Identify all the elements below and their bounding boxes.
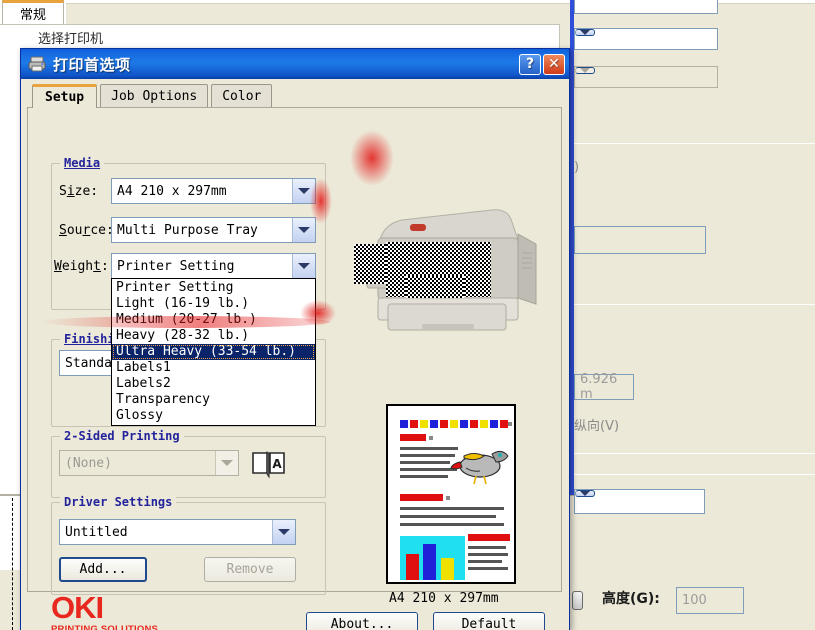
driver-settings-group-title: Driver Settings — [60, 495, 176, 509]
chevron-down-icon — [298, 188, 310, 194]
add-button[interactable]: Add... — [59, 557, 147, 582]
background-tab-general[interactable]: 常规 — [2, 0, 64, 24]
chevron-down-icon — [221, 460, 233, 466]
help-button[interactable]: ? — [519, 54, 541, 75]
background-combo-3-arrow — [575, 67, 595, 74]
background-height-field[interactable]: 100 — [676, 587, 744, 614]
background-field-box — [574, 226, 706, 254]
oki-logo-tagline: PRINTING SOLUTIONS — [51, 624, 158, 630]
weight-combo-arrow[interactable] — [292, 254, 315, 278]
printer-icon — [27, 54, 47, 74]
dialog-titlebar[interactable]: 打印首选项 ? ✕ — [21, 49, 569, 79]
chevron-down-icon — [580, 491, 590, 496]
dropdown-option[interactable]: Heavy (28-32 lb.) — [112, 328, 315, 344]
printer-photo-dither-overlay-3 — [406, 276, 464, 298]
media-group-title: Media — [60, 156, 104, 170]
background-spray-icon — [572, 591, 583, 610]
chevron-down-icon — [278, 529, 290, 535]
chevron-down-icon — [580, 30, 590, 35]
media-group-title-text: Media — [64, 156, 100, 170]
background-divider-3 — [574, 304, 815, 305]
two-sided-group-title: 2-Sided Printing — [60, 429, 184, 443]
two-sided-combo: (None) — [59, 450, 239, 476]
driver-settings-value: Untitled — [60, 520, 272, 544]
about-button[interactable]: About... — [306, 612, 418, 630]
tab-setup[interactable]: Setup — [32, 84, 97, 108]
screen: 常规 选择打印机 ) 6.926 m 纵向(V) — [0, 0, 815, 630]
dialog-body: Setup Job Options Color Media Size: A4 2… — [21, 79, 569, 630]
background-combo-4-arrow[interactable] — [575, 490, 595, 497]
background-combo-2-field[interactable] — [575, 29, 717, 49]
dropdown-option[interactable]: Labels1 — [112, 360, 315, 376]
two-sided-combo-value: (None) — [60, 451, 215, 475]
tab-color[interactable]: Color — [211, 84, 272, 108]
close-icon[interactable]: ✕ — [543, 54, 565, 75]
size-combo[interactable]: A4 210 x 297mm — [111, 178, 316, 204]
background-behind-text: 选择打印机 — [38, 28, 103, 47]
dropdown-option[interactable]: Light (16-19 lb.) — [112, 296, 315, 312]
dropdown-option[interactable]: Glossy — [112, 408, 315, 424]
background-measure-field[interactable]: 6.926 m — [574, 374, 634, 400]
printer-photo — [366, 204, 546, 344]
background-combo-2-arrow[interactable] — [575, 29, 595, 36]
background-divider-2 — [574, 143, 815, 144]
default-button[interactable]: Default — [433, 612, 545, 630]
background-combo-2[interactable] — [574, 28, 718, 50]
dropdown-option[interactable]: Medium (20-27 lb.) — [112, 312, 315, 328]
chevron-down-icon — [298, 263, 310, 269]
tab-job-options[interactable]: Job Options — [100, 84, 208, 108]
dropdown-option[interactable]: Transparency — [112, 392, 315, 408]
remove-button: Remove — [204, 557, 296, 582]
page-preview — [386, 404, 516, 584]
chevron-down-icon — [298, 227, 310, 233]
chevron-down-icon — [580, 68, 590, 73]
background-combo-3 — [574, 66, 718, 88]
background-orientation-label: 纵向(V) — [574, 415, 619, 434]
source-combo-arrow[interactable] — [292, 218, 315, 242]
dialog-tabs: Setup Job Options Color — [32, 84, 275, 108]
background-divider-4 — [574, 453, 815, 454]
source-label: Source: — [59, 223, 114, 238]
background-divider-5 — [574, 474, 815, 475]
source-combo-value: Multi Purpose Tray — [112, 218, 292, 242]
two-sided-group-title-text: 2-Sided Printing — [64, 429, 180, 443]
background-combo-1[interactable] — [574, 0, 718, 14]
book-duplex-icon: A — [251, 449, 287, 479]
oki-logo: OKI PRINTING SOLUTIONS — [51, 592, 158, 630]
size-combo-value: A4 210 x 297mm — [112, 179, 292, 203]
printing-preferences-dialog: 打印首选项 ? ✕ Setup Job Options Color Media … — [20, 48, 570, 630]
dropdown-option-selected[interactable]: Ultra Heavy (33-54 lb.) — [112, 344, 315, 360]
dropdown-option[interactable]: Printer Setting — [112, 280, 315, 296]
dropdown-option[interactable]: Labels2 — [112, 376, 315, 392]
driver-settings-title-text: Driver Settings — [64, 495, 172, 509]
driver-settings-arrow[interactable] — [272, 520, 295, 544]
driver-settings-combo[interactable]: Untitled — [59, 519, 296, 545]
weight-combo-value: Printer Setting — [112, 254, 292, 278]
svg-text:A: A — [272, 457, 282, 471]
dialog-title: 打印首选项 — [53, 54, 517, 75]
bird-illustration — [450, 442, 512, 486]
background-height-label: 高度(G): — [602, 588, 660, 608]
size-combo-arrow[interactable] — [292, 179, 315, 203]
background-dashed-guide — [12, 498, 13, 630]
weight-label: Weight: — [54, 259, 109, 274]
source-combo[interactable]: Multi Purpose Tray — [111, 217, 316, 243]
background-combo-4[interactable] — [574, 489, 705, 514]
background-combo-3-field — [575, 67, 717, 87]
weight-combo[interactable]: Printer Setting — [111, 253, 316, 279]
weight-dropdown-list[interactable]: Printer Setting Light (16-19 lb.) Medium… — [111, 278, 316, 426]
oki-logo-name: OKI — [51, 592, 158, 623]
size-label: Size: — [59, 184, 98, 199]
background-paren-text: ) — [574, 160, 579, 175]
page-preview-caption: A4 210 x 297mm — [389, 591, 499, 606]
background-combo-1-field[interactable] — [575, 0, 717, 13]
two-sided-combo-arrow — [215, 451, 238, 475]
